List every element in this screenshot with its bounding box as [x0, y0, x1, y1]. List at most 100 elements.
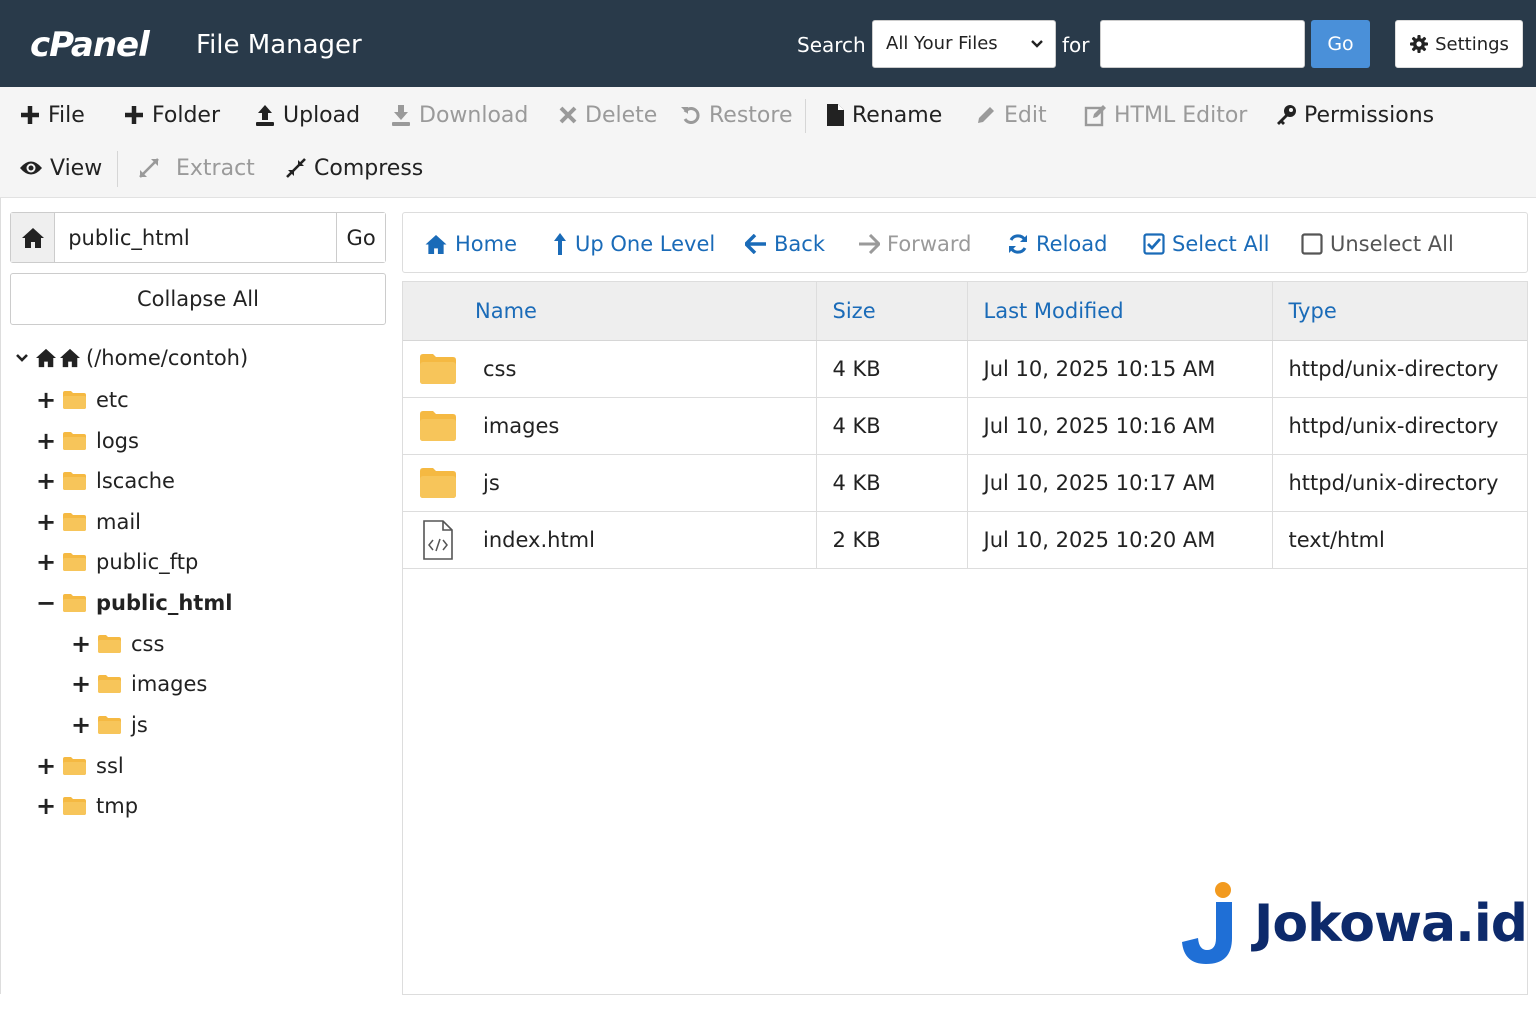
folder-icon	[63, 391, 86, 409]
permissions-button[interactable]: Permissions	[1275, 100, 1434, 130]
close-icon	[559, 106, 577, 124]
tree-item-mail[interactable]: + mail	[35, 506, 141, 538]
extract-button[interactable]: Extract	[137, 153, 255, 183]
settings-button[interactable]: Settings	[1395, 20, 1523, 68]
forward-label: Forward	[887, 232, 972, 256]
compress-button[interactable]: Compress	[285, 153, 423, 183]
nav-home-button[interactable]: Home	[424, 229, 517, 259]
toolbar: File Folder Upload Download Delete Resto…	[0, 87, 1536, 198]
arrow-left-icon	[745, 234, 766, 254]
folder-icon	[63, 553, 86, 571]
home-icon	[21, 227, 44, 248]
tree-root[interactable]: (/home/contoh)	[14, 342, 248, 374]
html-editor-button[interactable]: HTML Editor	[1084, 100, 1247, 130]
expand-toggle[interactable]: +	[35, 754, 57, 778]
expand-toggle[interactable]: +	[35, 469, 57, 493]
toolbar-divider	[805, 99, 806, 133]
collapse-toggle[interactable]: −	[35, 591, 57, 615]
expand-toggle[interactable]: +	[35, 429, 57, 453]
unselect-all-button[interactable]: Unselect All	[1301, 229, 1454, 259]
up-one-level-button[interactable]: Up One Level	[552, 229, 715, 259]
checkbox-checked-icon	[1143, 233, 1165, 255]
cpanel-logo[interactable]: cPanel	[30, 25, 150, 65]
toolbar-divider	[117, 151, 118, 187]
path-home-button[interactable]	[11, 213, 56, 262]
download-button[interactable]: Download	[390, 100, 528, 130]
directory-sidebar: Go Collapse All (/home/contoh) + etc + l…	[0, 198, 393, 994]
tree-item-label: images	[131, 672, 208, 696]
tree-item-label: public_html	[96, 591, 233, 615]
eye-icon	[20, 161, 42, 175]
new-folder-button[interactable]: Folder	[123, 100, 220, 130]
folder-icon	[420, 410, 456, 441]
file-size: 2 KB	[816, 511, 968, 569]
download-label: Download	[419, 102, 529, 128]
view-label: View	[50, 155, 103, 181]
file-type: httpd/unix-directory	[1272, 340, 1527, 398]
brand-name: Jokowa.id	[1254, 894, 1528, 954]
level-up-icon	[554, 233, 566, 255]
table-row[interactable]: css 4 KB Jul 10, 2025 10:15 AM httpd/uni…	[403, 340, 1527, 398]
expand-toggle[interactable]: +	[70, 632, 92, 656]
expand-toggle[interactable]: +	[35, 550, 57, 574]
column-header-modified[interactable]: Last Modified	[967, 282, 1273, 341]
restore-button[interactable]: Restore	[680, 100, 792, 130]
search-input[interactable]	[1100, 20, 1305, 68]
tree-item-images[interactable]: + images	[70, 668, 207, 700]
search-label: Search	[797, 33, 866, 57]
path-input[interactable]	[55, 213, 337, 262]
file-modified: Jul 10, 2025 10:20 AM	[967, 511, 1273, 569]
tree-item-public-ftp[interactable]: + public_ftp	[35, 546, 198, 578]
folder-icon	[63, 513, 86, 531]
back-label: Back	[774, 232, 825, 256]
file-modified: Jul 10, 2025 10:15 AM	[967, 340, 1273, 398]
folder-icon	[98, 675, 121, 693]
tree-item-css[interactable]: + css	[70, 628, 165, 660]
upload-icon	[256, 105, 274, 126]
file-size: 4 KB	[816, 454, 968, 512]
tree-item-js[interactable]: + js	[70, 709, 148, 741]
folder-icon	[420, 467, 456, 498]
tree-item-lscache[interactable]: + lscache	[35, 465, 175, 497]
table-row[interactable]: images 4 KB Jul 10, 2025 10:16 AM httpd/…	[403, 397, 1527, 455]
forward-button[interactable]: Forward	[858, 229, 971, 259]
tree-item-etc[interactable]: + etc	[35, 384, 129, 416]
tree-item-public-html[interactable]: − public_html	[35, 587, 233, 619]
unselect-all-label: Unselect All	[1330, 232, 1454, 256]
table-row[interactable]: js 4 KB Jul 10, 2025 10:17 AM httpd/unix…	[403, 454, 1527, 512]
expand-toggle[interactable]: +	[35, 794, 57, 818]
rename-button[interactable]: Rename	[826, 100, 942, 130]
reload-label: Reload	[1036, 232, 1108, 256]
edit-label: Edit	[1004, 102, 1047, 128]
collapse-all-button[interactable]: Collapse All	[10, 273, 386, 325]
settings-label: Settings	[1435, 33, 1509, 55]
edit-button[interactable]: Edit	[975, 100, 1047, 130]
column-header-type[interactable]: Type	[1272, 282, 1527, 341]
column-header-size[interactable]: Size	[816, 282, 968, 341]
select-all-button[interactable]: Select All	[1143, 229, 1270, 259]
file-type: httpd/unix-directory	[1272, 454, 1527, 512]
back-button[interactable]: Back	[745, 229, 825, 259]
search-scope-select[interactable]: All Your Files	[872, 20, 1056, 68]
tree-item-logs[interactable]: + logs	[35, 425, 139, 457]
view-button[interactable]: View	[19, 153, 102, 183]
expand-toggle[interactable]: +	[35, 388, 57, 412]
select-all-label: Select All	[1172, 232, 1270, 256]
column-header-name[interactable]: Name	[403, 282, 817, 341]
expand-toggle[interactable]: +	[70, 713, 92, 737]
table-row[interactable]: index.html 2 KB Jul 10, 2025 10:20 AM te…	[403, 511, 1527, 569]
reload-button[interactable]: Reload	[1007, 229, 1107, 259]
tree-item-ssl[interactable]: + ssl	[35, 750, 124, 782]
expand-toggle[interactable]: +	[35, 510, 57, 534]
home-icon	[425, 234, 447, 254]
tree-root-label: (/home/contoh)	[86, 346, 249, 370]
top-bar: cPanel File Manager Search All Your File…	[0, 0, 1536, 87]
path-go-button[interactable]: Go	[336, 213, 385, 262]
delete-button[interactable]: Delete	[558, 100, 657, 130]
expand-toggle[interactable]: +	[70, 672, 92, 696]
file-type: httpd/unix-directory	[1272, 397, 1527, 455]
search-go-button[interactable]: Go	[1311, 20, 1370, 68]
upload-button[interactable]: Upload	[254, 100, 360, 130]
tree-item-tmp[interactable]: + tmp	[35, 790, 138, 822]
new-file-button[interactable]: File	[19, 100, 85, 130]
